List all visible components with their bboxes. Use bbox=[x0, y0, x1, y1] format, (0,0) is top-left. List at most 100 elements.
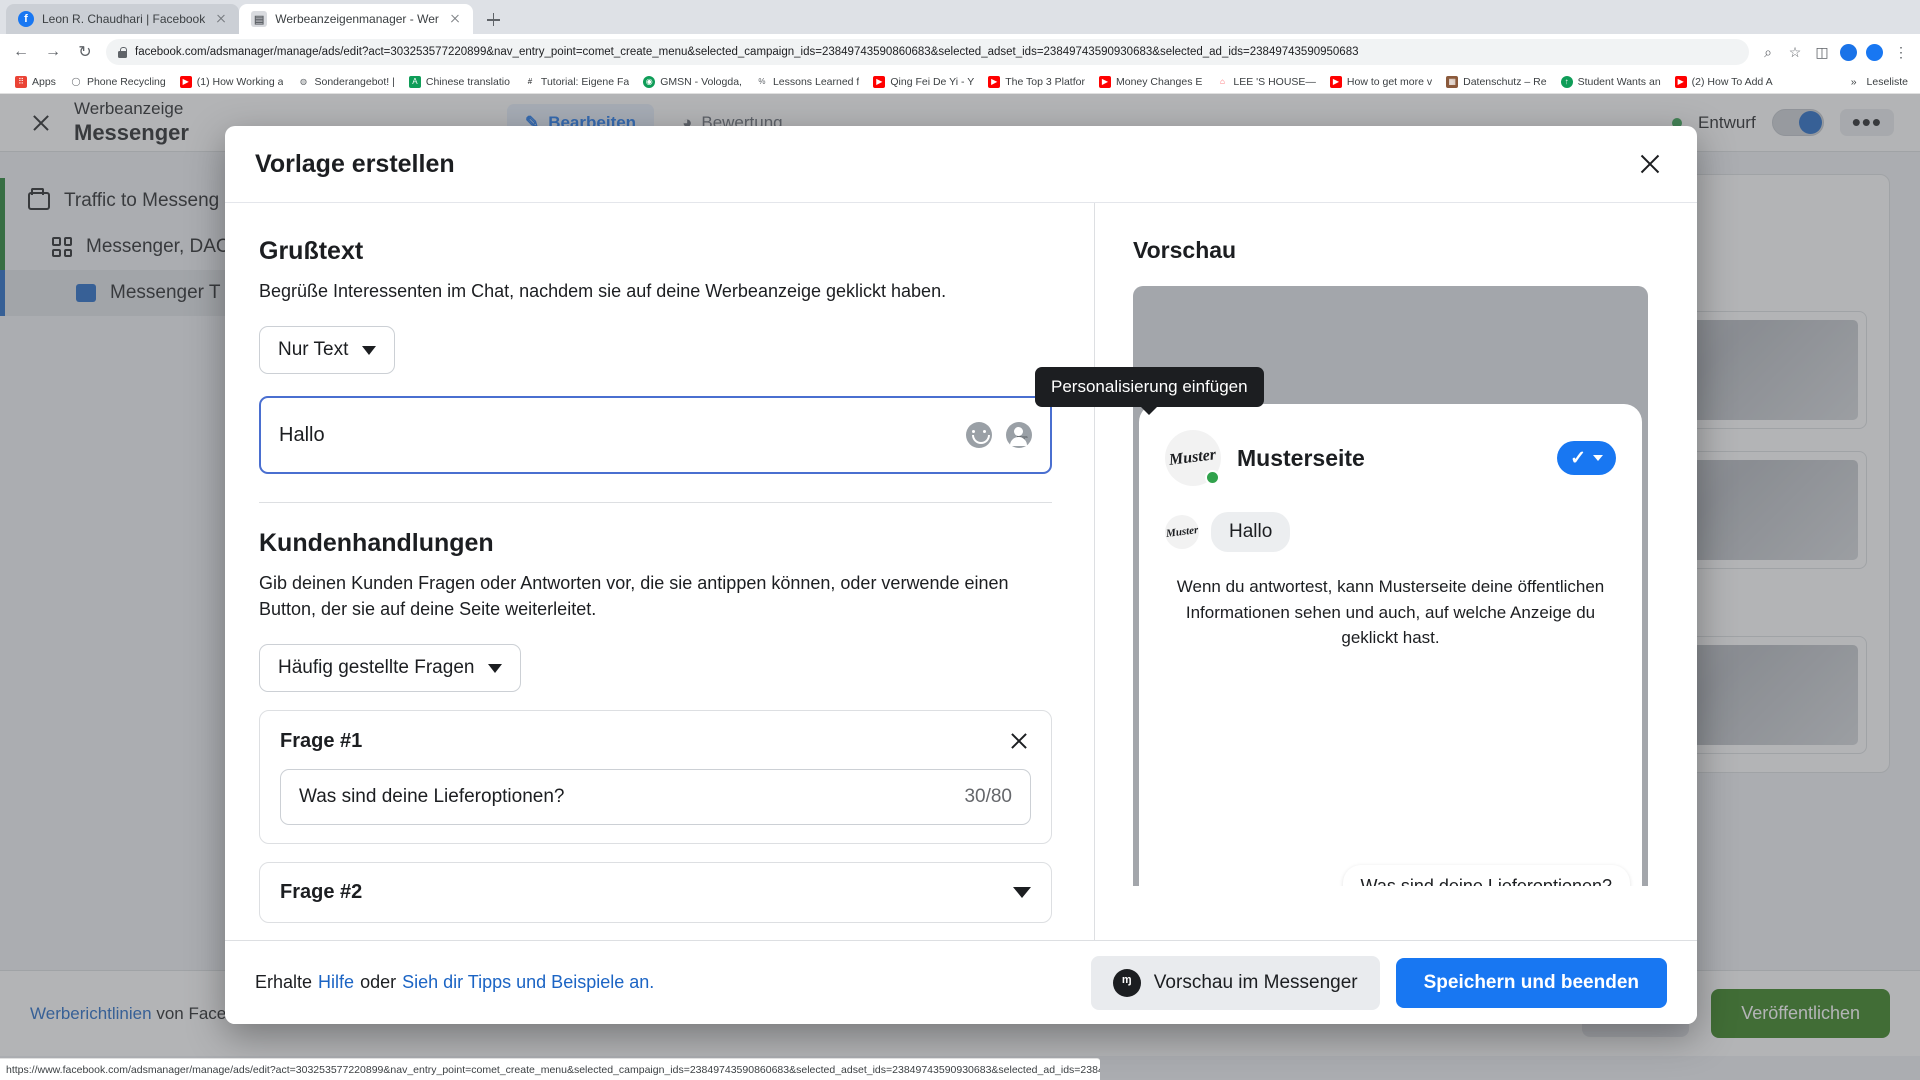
search-icon[interactable]: ⌕ bbox=[1759, 43, 1777, 61]
bookmark-item[interactable]: ▶ Money Changes E bbox=[1092, 75, 1209, 88]
globe-green-icon: ◉ bbox=[643, 75, 656, 88]
bookmark-item[interactable]: ↑ Student Wants an bbox=[1554, 75, 1668, 88]
globe-icon: ◍ bbox=[297, 75, 310, 88]
bookmark-item[interactable]: # Tutorial: Eigene Fa bbox=[517, 75, 636, 88]
quick-reply-bubble[interactable]: Was sind deine Lieferoptionen? bbox=[1342, 865, 1630, 886]
bookmark-label: Money Changes E bbox=[1115, 75, 1203, 88]
save-and-close-button[interactable]: Speichern und beenden bbox=[1395, 957, 1667, 1008]
new-tab-button[interactable] bbox=[479, 6, 507, 34]
bookmark-item[interactable]: ⌂ LEE 'S HOUSE— bbox=[1209, 75, 1323, 88]
personalization-icon[interactable]: ☞ bbox=[1006, 422, 1032, 449]
bookmark-item[interactable]: ▦ Datenschutz – Re bbox=[1439, 75, 1553, 88]
bookmark-item[interactable]: A Chinese translatio bbox=[402, 75, 517, 88]
bookmark-label: (1) How Working a bbox=[196, 75, 284, 88]
cursor-icon: ☞ bbox=[1016, 431, 1029, 448]
youtube-icon: ▶ bbox=[179, 75, 192, 88]
extension-icon[interactable]: ◫ bbox=[1813, 43, 1831, 61]
star-icon[interactable]: ☆ bbox=[1786, 43, 1804, 61]
bookmark-label: How to get more v bbox=[1346, 75, 1433, 88]
question-card-1: Frage #1 Was sind deine Lieferoptionen? … bbox=[259, 710, 1052, 845]
online-status-icon bbox=[1205, 470, 1220, 485]
smiley-icon[interactable] bbox=[966, 422, 992, 449]
modal-footer: Erhalte Hilfe oder Sieh dir Tipps und Be… bbox=[225, 940, 1697, 1024]
bookmark-item[interactable]: ◉ GMSN - Vologda, bbox=[636, 75, 749, 88]
actions-type-select[interactable]: Häufig gestellte Fragen bbox=[259, 644, 522, 693]
bookmark-item[interactable]: ▶ (2) How To Add A bbox=[1668, 75, 1780, 88]
tab-title: Leon R. Chaudhari | Facebook bbox=[42, 12, 206, 26]
forward-icon[interactable]: → bbox=[42, 41, 64, 63]
avatar[interactable] bbox=[1840, 43, 1857, 61]
message-row: Muster Hallo bbox=[1165, 512, 1616, 552]
footer-text-mid: oder bbox=[360, 972, 397, 992]
youtube-icon: ▶ bbox=[988, 75, 1001, 88]
menu-icon[interactable]: ⋮ bbox=[1892, 43, 1910, 61]
help-link[interactable]: Hilfe bbox=[318, 972, 354, 993]
question-input-1[interactable]: Was sind deine Lieferoptionen? 30/80 bbox=[280, 769, 1031, 826]
greeting-description: Begrüße Interessenten im Chat, nachdem s… bbox=[259, 281, 947, 301]
greeting-text-input[interactable]: Hallo ☞ bbox=[259, 396, 1052, 475]
message-bubble: Hallo bbox=[1211, 512, 1291, 552]
address-bar[interactable]: facebook.com/adsmanager/manage/ads/edit?… bbox=[106, 39, 1749, 65]
airbnb-icon: ⌂ bbox=[1216, 75, 1229, 88]
chevron-down-icon[interactable] bbox=[1013, 887, 1031, 899]
bookmark-label: Student Wants an bbox=[1577, 75, 1661, 88]
chevron-down-icon bbox=[362, 345, 377, 355]
bookmark-item[interactable]: ◍ Sonderangebot! | bbox=[290, 75, 401, 88]
bookmark-label: Lessons Learned f bbox=[772, 75, 860, 88]
tab-title: Werbeanzeigenmanager - Wer bbox=[275, 12, 439, 26]
youtube-icon: ▶ bbox=[873, 75, 886, 88]
bookmark-item[interactable]: ▶ How to get more v bbox=[1323, 75, 1439, 88]
facebook-profile-icon[interactable] bbox=[1866, 43, 1883, 61]
bookmark-item[interactable]: % Lessons Learned f bbox=[749, 75, 866, 88]
link-icon: ◯ bbox=[69, 75, 82, 88]
remove-question-icon[interactable] bbox=[1007, 729, 1031, 753]
browser-tab-facebook[interactable]: f Leon R. Chaudhari | Facebook bbox=[6, 4, 240, 34]
bookmark-label: Chinese translatio bbox=[425, 75, 510, 88]
close-icon[interactable] bbox=[1633, 147, 1667, 181]
bookmark-item[interactable]: ◯ Phone Recycling bbox=[63, 75, 173, 88]
bookmark-label: (2) How To Add A bbox=[1691, 75, 1773, 88]
messenger-icon: ᶬ bbox=[1112, 968, 1141, 997]
browser-tab-adsmanager[interactable]: ▤ Werbeanzeigenmanager - Wer bbox=[239, 4, 473, 34]
question-card-2[interactable]: Frage #2 bbox=[259, 862, 1052, 924]
bookmark-item[interactable]: ▶ Qing Fei De Yi - Y bbox=[866, 75, 981, 88]
chevron-overflow-icon[interactable]: » bbox=[1851, 76, 1857, 88]
bookmark-label: Sonderangebot! | bbox=[314, 75, 395, 88]
footer-actions: ᶬ Vorschau im Messenger Speichern und be… bbox=[1090, 955, 1667, 1010]
preview-pane: Vorschau Muster Musterseite ✓ Muster Hal… bbox=[1095, 203, 1697, 940]
verified-check-icon[interactable]: ✓ bbox=[1557, 441, 1616, 475]
browser-status-bar: https://www.facebook.com/adsmanager/mana… bbox=[0, 1058, 1100, 1080]
preview-heading: Vorschau bbox=[1133, 237, 1237, 263]
bookmark-label: Tutorial: Eigene Fa bbox=[540, 75, 630, 88]
question-header: Frage #1 bbox=[280, 729, 1031, 753]
page-name: Musterseite bbox=[1237, 444, 1365, 471]
tips-link[interactable]: Sieh dir Tipps und Beispiele an. bbox=[402, 972, 654, 993]
link-teal-icon: ↑ bbox=[1560, 75, 1573, 88]
preview-disclaimer: Wenn du antwortest, kann Musterseite dei… bbox=[1176, 577, 1605, 647]
youtube-icon: ▶ bbox=[1674, 75, 1687, 88]
actions-type-value: Häufig gestellte Fragen bbox=[278, 657, 475, 679]
reading-list-button[interactable]: Leseliste bbox=[1867, 76, 1908, 88]
bookmark-label: Datenschutz – Re bbox=[1463, 75, 1547, 88]
adsmanager-icon: ▤ bbox=[251, 11, 268, 27]
bookmark-label: The Top 3 Platfor bbox=[1005, 75, 1085, 88]
modal-header: Vorlage erstellen bbox=[225, 126, 1697, 202]
greeting-type-select[interactable]: Nur Text bbox=[259, 326, 396, 375]
bookmarks-bar: ⠿ Apps ◯ Phone Recycling ▶ (1) How Working … bbox=[0, 70, 1920, 94]
preview-in-messenger-button[interactable]: ᶬ Vorschau im Messenger bbox=[1090, 955, 1380, 1010]
close-icon[interactable] bbox=[213, 11, 229, 27]
create-template-modal: Vorlage erstellen Grußtext Begrüße Inter… bbox=[225, 126, 1697, 1024]
actions-description: Gib deinen Kunden Fragen oder Antworten … bbox=[259, 573, 1009, 620]
bookmark-item[interactable]: ▶ The Top 3 Platfor bbox=[981, 75, 1092, 88]
close-icon[interactable] bbox=[447, 11, 463, 27]
chevron-down-icon bbox=[488, 663, 503, 673]
bookmarks-overflow-group: » Leseliste bbox=[1851, 76, 1912, 88]
back-icon[interactable]: ← bbox=[10, 41, 32, 63]
photo-icon: ▦ bbox=[1446, 75, 1459, 88]
modal-title: Vorlage erstellen bbox=[255, 149, 455, 178]
reload-icon[interactable]: ↻ bbox=[74, 41, 96, 63]
toolbar-icons: ⌕ ☆ ◫ ⋮ bbox=[1759, 43, 1910, 61]
actions-heading: Kundenhandlungen bbox=[259, 529, 494, 558]
bookmark-item[interactable]: ⠿ Apps bbox=[8, 75, 63, 88]
bookmark-item[interactable]: ▶ (1) How Working a bbox=[173, 75, 291, 88]
